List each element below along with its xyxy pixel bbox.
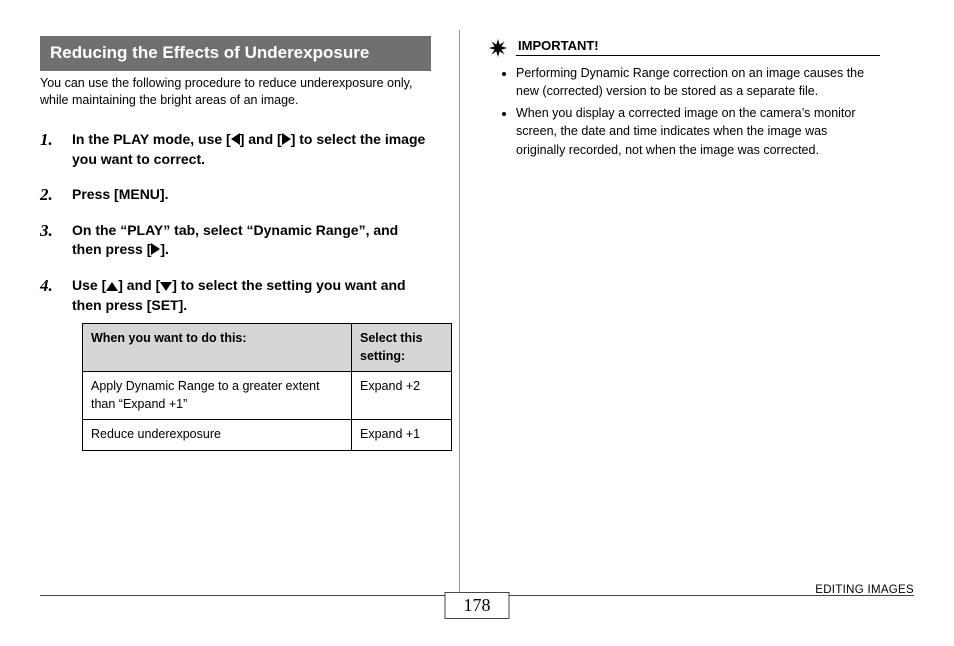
table-header: Select this setting: bbox=[352, 324, 452, 372]
down-arrow-icon bbox=[160, 282, 172, 291]
page-number: 178 bbox=[445, 592, 510, 619]
right-arrow-icon bbox=[282, 133, 291, 145]
step-text: In the PLAY mode, use [ bbox=[72, 131, 231, 147]
step-text: ] and [ bbox=[118, 277, 160, 293]
step-2: 2. Press [MENU]. bbox=[62, 185, 431, 205]
step-number: 1. bbox=[40, 128, 53, 152]
important-bullets: Performing Dynamic Range correction on a… bbox=[488, 64, 880, 159]
table-row: Reduce underexposure Expand +1 bbox=[83, 420, 452, 451]
up-arrow-icon bbox=[106, 282, 118, 291]
step-text: Press [MENU]. bbox=[72, 186, 168, 202]
important-heading: IMPORTANT! bbox=[488, 36, 880, 58]
burst-icon bbox=[488, 38, 508, 58]
table-cell: Reduce underexposure bbox=[83, 420, 352, 451]
step-number: 2. bbox=[40, 183, 53, 207]
list-item: Performing Dynamic Range correction on a… bbox=[516, 64, 880, 100]
section-heading: Reducing the Effects of Underexposure bbox=[40, 36, 431, 71]
table-cell: Apply Dynamic Range to a greater extent … bbox=[83, 372, 352, 420]
intro-text: You can use the following procedure to r… bbox=[40, 75, 431, 110]
step-1: 1. In the PLAY mode, use [] and [] to se… bbox=[62, 130, 431, 169]
left-arrow-icon bbox=[231, 133, 240, 145]
step-text: Use [ bbox=[72, 277, 106, 293]
table-cell: Expand +1 bbox=[352, 420, 452, 451]
step-4: 4. Use [] and [] to select the setting y… bbox=[62, 276, 431, 451]
step-text: ] and [ bbox=[240, 131, 282, 147]
left-column: Reducing the Effects of Underexposure Yo… bbox=[40, 30, 460, 595]
right-arrow-icon bbox=[151, 243, 160, 255]
list-item: When you display a corrected image on th… bbox=[516, 104, 880, 158]
table-header: When you want to do this: bbox=[83, 324, 352, 372]
table-header-row: When you want to do this: Select this se… bbox=[83, 324, 452, 372]
steps-list: 1. In the PLAY mode, use [] and [] to se… bbox=[40, 130, 431, 451]
step-3: 3. On the “PLAY” tab, select “Dynamic Ra… bbox=[62, 221, 431, 260]
footer-section-label: EDITING IMAGES bbox=[815, 584, 914, 596]
step-text: On the “PLAY” tab, select “Dynamic Range… bbox=[72, 222, 398, 258]
table-row: Apply Dynamic Range to a greater extent … bbox=[83, 372, 452, 420]
step-number: 3. bbox=[40, 219, 53, 243]
step-text: ]. bbox=[160, 241, 169, 257]
footer-row: EDITING IMAGES 178 bbox=[40, 602, 914, 630]
table-cell: Expand +2 bbox=[352, 372, 452, 420]
settings-table: When you want to do this: Select this se… bbox=[82, 323, 452, 451]
important-label: IMPORTANT! bbox=[516, 38, 880, 56]
step-number: 4. bbox=[40, 274, 53, 298]
page-footer: EDITING IMAGES 178 bbox=[40, 595, 914, 630]
page-content: Reducing the Effects of Underexposure Yo… bbox=[40, 30, 914, 595]
right-column: IMPORTANT! Performing Dynamic Range corr… bbox=[460, 30, 880, 595]
